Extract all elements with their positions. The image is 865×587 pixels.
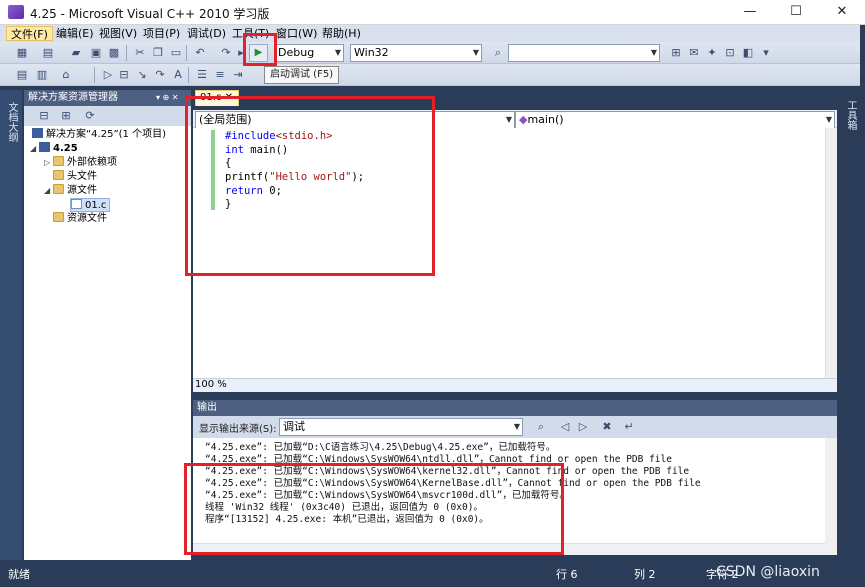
window-title: 4.25 - Microsoft Visual C++ 2010 学习版 [30, 7, 270, 21]
uncomment-icon[interactable]: ≡ [212, 67, 228, 83]
minimize-button[interactable]: — [727, 0, 773, 25]
start-page-icon[interactable]: ◧ [740, 45, 756, 61]
solution-tree: 解决方案“4.25”(1 个项目) ◢ 4.25 ▷ 外部依赖项 头文件 ◢ 源文件 … [24, 126, 191, 560]
find-in-files-icon[interactable]: ⌕ [490, 45, 506, 61]
tree-external-deps[interactable]: ▷ 外部依赖项 [44, 156, 117, 170]
add-item-icon[interactable]: ▤ [40, 45, 56, 61]
editor-zoom-bar [193, 378, 837, 392]
menu-help[interactable]: 帮助(H) [318, 26, 365, 41]
toolbox-icon[interactable]: ✦ [704, 45, 720, 61]
menu-file[interactable]: 文件(F) [6, 26, 53, 41]
text-editor-toolbar: ▤ ▥ ⌂ ▷ ⊟ ↘ ↷ A ☰ ≡ ⇥ [0, 64, 860, 86]
app-icon [8, 5, 24, 19]
folder-icon [53, 212, 64, 222]
more-icon[interactable]: ▾ [758, 45, 774, 61]
next-message-icon[interactable]: ▷ [575, 419, 591, 435]
output-source-label: 显示输出来源(S): [199, 424, 277, 435]
platform-select[interactable]: Win32 ▼ [350, 44, 482, 62]
quick-info-icon[interactable]: ⌂ [58, 67, 74, 83]
new-project-icon[interactable]: ▦ [14, 45, 30, 61]
output-vertical-scrollbar[interactable] [825, 438, 837, 555]
undo-icon[interactable]: ↶ [192, 45, 208, 61]
solution-explorer-header: 解决方案资源管理器 ▾ ⊕ ✕ [24, 90, 191, 106]
editor-vertical-scrollbar[interactable] [825, 128, 837, 378]
copy-icon[interactable]: ❐ [150, 45, 166, 61]
zoom-level[interactable]: 100 % [195, 378, 227, 391]
toolbox-strip[interactable]: 工具箱 [838, 90, 865, 560]
status-column: 列 2 [634, 568, 656, 581]
object-browser-icon[interactable]: ⊡ [722, 45, 738, 61]
properties-icon[interactable]: ✉ [686, 45, 702, 61]
c-file-icon [71, 199, 82, 209]
output-header: 输出 [193, 400, 837, 416]
annotation-box-code [185, 96, 435, 276]
panel-controls[interactable]: ▾ ⊕ ✕ [156, 90, 179, 106]
font-size-icon[interactable]: A [170, 67, 186, 83]
solution-explorer-title: 解决方案资源管理器 [28, 92, 118, 103]
configuration-select[interactable]: Debug ▼ [274, 44, 344, 62]
comment-icon[interactable]: ☰ [194, 67, 210, 83]
status-bar: 就绪 行 6 列 2 字符 2 CSDN @liaoxin [0, 561, 865, 587]
member-select[interactable]: ◆main() ▼ [515, 111, 835, 129]
document-outline-strip[interactable]: 文档大纲 [0, 90, 22, 560]
menu-view[interactable]: 视图(V) [95, 26, 141, 41]
tree-solution[interactable]: 解决方案“4.25”(1 个项目) [32, 128, 166, 142]
tree-header-files[interactable]: 头文件 [53, 170, 97, 184]
output-source-select[interactable]: 调试 ▼ [279, 418, 523, 436]
title-bar: 4.25 - Microsoft Visual C++ 2010 学习版 — ☐… [0, 0, 865, 25]
watermark: CSDN @liaoxin [716, 564, 820, 580]
find-combo[interactable]: ▼ [508, 44, 660, 62]
output-toolbar: 显示输出来源(S): 调试 ▼ ⌕ ◁ ▷ ✖ ↵ [193, 416, 837, 438]
show-all-files-icon[interactable]: ⊞ [58, 108, 74, 124]
menu-project[interactable]: 项目(P) [139, 26, 184, 41]
toolbox-label: 工具箱 [845, 100, 856, 130]
start-debugging-tooltip: 启动调试 (F5) [264, 66, 340, 84]
tree-project[interactable]: ◢ 4.25 [30, 142, 78, 156]
save-all-icon[interactable]: ▩ [106, 45, 122, 61]
breakpoint-icon[interactable]: ⊟ [116, 67, 132, 83]
step-into-icon[interactable]: ↘ [134, 67, 150, 83]
standard-toolbar: ▦ ▤ ▰ ▣ ▩ ✂ ❐ ▭ ↶ ↷ ▸ Debug ▼ Win32 ▼ ⌕ ▼ … [0, 42, 860, 64]
maximize-button[interactable]: ☐ [773, 0, 819, 25]
cut-icon[interactable]: ✂ [132, 45, 148, 61]
refresh-icon[interactable]: ⟳ [82, 108, 98, 124]
menu-debug[interactable]: 调试(D) [183, 26, 230, 41]
output-title: 输出 [197, 402, 217, 413]
status-ready: 就绪 [8, 568, 30, 581]
document-outline-label: 文档大纲 [6, 102, 17, 142]
menu-window[interactable]: 窗口(W) [272, 26, 321, 41]
menu-edit[interactable]: 编辑(E) [52, 26, 98, 41]
word-wrap-icon[interactable]: ↵ [621, 419, 637, 435]
list-members-icon[interactable]: ▤ [14, 67, 30, 83]
folder-icon [53, 170, 64, 180]
solution-explorer-icon[interactable]: ⊞ [668, 45, 684, 61]
find-message-icon[interactable]: ⌕ [533, 419, 549, 435]
project-icon [39, 142, 50, 152]
redo-icon[interactable]: ↷ [218, 45, 234, 61]
folder-icon [53, 184, 64, 194]
tree-source-files[interactable]: ◢ 源文件 [44, 184, 97, 198]
annotation-box-start [243, 33, 277, 66]
annotation-box-output [184, 463, 564, 555]
step-over-icon[interactable]: ↷ [152, 67, 168, 83]
tree-file-01c[interactable]: 01.c [70, 198, 111, 212]
paste-icon[interactable]: ▭ [168, 45, 184, 61]
status-line: 行 6 [556, 568, 578, 581]
properties-icon[interactable]: ⊟ [36, 108, 52, 124]
prev-message-icon[interactable]: ◁ [557, 419, 573, 435]
parameter-info-icon[interactable]: ▥ [34, 67, 50, 83]
run-icon[interactable]: ▷ [100, 67, 116, 83]
menu-bar: 文件(F) 编辑(E) 视图(V) 项目(P) 调试(D) 工具(T) 窗口(W… [0, 25, 860, 42]
folder-icon [53, 156, 64, 166]
clear-all-icon[interactable]: ✖ [599, 419, 615, 435]
save-icon[interactable]: ▣ [88, 45, 104, 61]
close-button[interactable]: ✕ [819, 0, 865, 25]
solution-icon [32, 128, 43, 138]
open-file-icon[interactable]: ▰ [68, 45, 84, 61]
tree-resource-files[interactable]: 资源文件 [53, 212, 107, 226]
indent-icon[interactable]: ⇥ [230, 67, 246, 83]
solution-explorer-toolbar: ⊟ ⊞ ⟳ [24, 106, 191, 126]
